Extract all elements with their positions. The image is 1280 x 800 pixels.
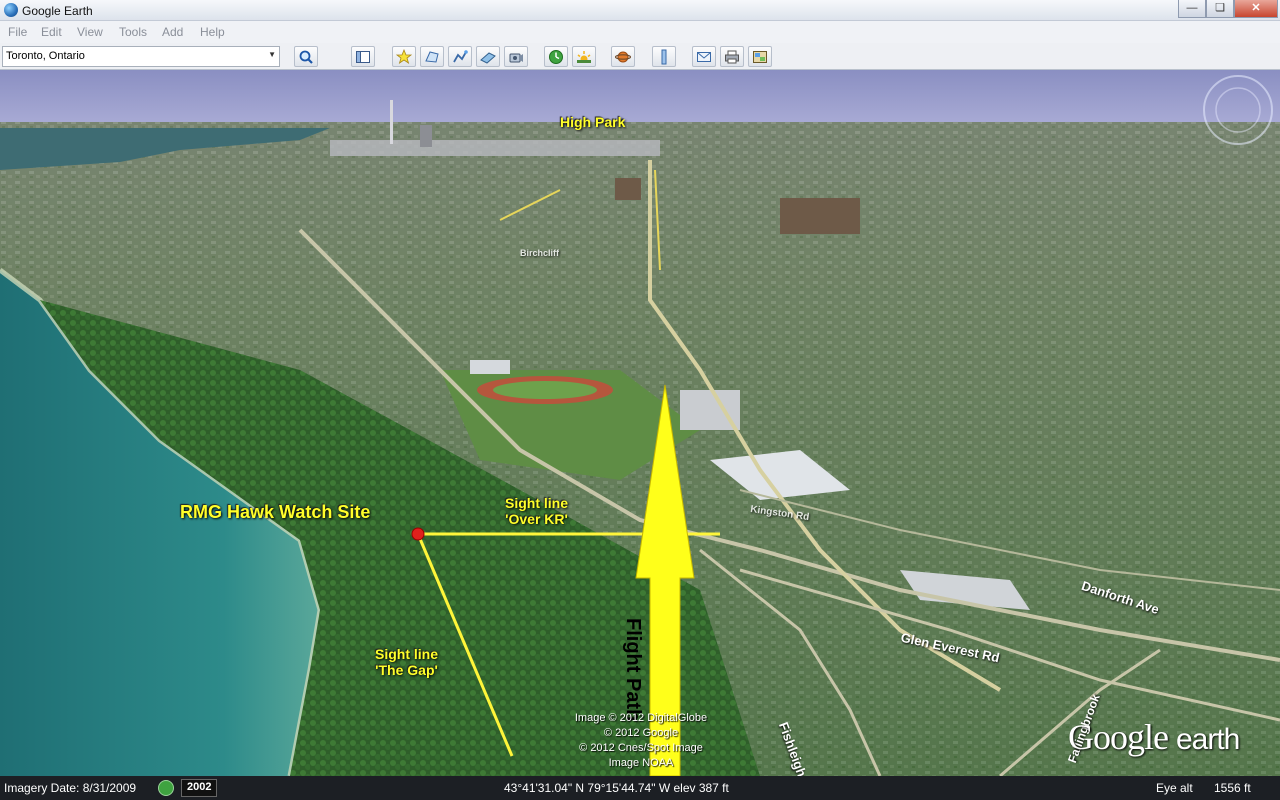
imagery-year-badge[interactable]: 2002	[181, 779, 218, 797]
historical-imagery-button[interactable]	[544, 46, 568, 67]
brand-sub: earth	[1175, 723, 1240, 756]
path-icon	[453, 50, 468, 63]
polygon-icon	[425, 51, 439, 63]
view-in-maps-button[interactable]	[748, 46, 772, 67]
label-sight-line-over-kr: Sight line 'Over KR'	[505, 495, 568, 527]
credit-line-3: © 2012 Cnes/Spot Image	[579, 742, 703, 754]
planets-button[interactable]	[611, 46, 635, 67]
clock-icon	[549, 50, 563, 64]
search-input[interactable]: Toronto, Ontario ▼	[2, 46, 280, 67]
menu-edit[interactable]: Edit	[41, 25, 62, 39]
sidebar-icon	[356, 51, 370, 63]
map-icon	[753, 51, 767, 63]
ruler-icon	[661, 49, 667, 65]
menu-tools[interactable]: Tools	[119, 25, 147, 39]
print-button[interactable]	[720, 46, 744, 67]
envelope-icon	[697, 52, 711, 62]
sight-line-the-gap-line1: Sight line	[375, 646, 438, 662]
menu-bar: File Edit View Tools Add Help	[0, 21, 1280, 43]
brand-main: Google	[1068, 717, 1169, 757]
label-high-park: High Park	[560, 114, 626, 130]
menu-add[interactable]: Add	[162, 25, 183, 39]
sight-line-the-gap-line2: 'The Gap'	[375, 662, 438, 678]
earth-view[interactable]: High Park RMG Hawk Watch Site Sight line…	[0, 70, 1280, 776]
maximize-button[interactable]: ❏	[1206, 0, 1234, 18]
historical-imagery-clock-icon[interactable]	[158, 780, 174, 796]
minimize-button[interactable]: —	[1178, 0, 1206, 18]
planet-icon	[615, 51, 631, 63]
credit-line-2: © 2012 Google	[603, 727, 679, 739]
path-button[interactable]	[448, 46, 472, 67]
window-controls: — ❏ ✕	[1178, 0, 1278, 18]
placemark-button[interactable]	[392, 46, 416, 67]
image-overlay-button[interactable]	[476, 46, 500, 67]
search-button[interactable]	[294, 46, 318, 67]
google-earth-app-icon	[4, 3, 18, 17]
image-overlay-icon	[480, 52, 496, 64]
menu-view[interactable]: View	[77, 25, 103, 39]
imagery-credits: Image © 2012 DigitalGlobe © 2012 Google …	[556, 711, 726, 771]
sunlight-button[interactable]	[572, 46, 596, 67]
menu-help[interactable]: Help	[200, 25, 225, 39]
window-title: Google Earth	[22, 4, 93, 18]
printer-icon	[725, 50, 739, 64]
polygon-button[interactable]	[420, 46, 444, 67]
toolbar: Toronto, Ontario ▼	[0, 43, 1280, 70]
email-button[interactable]	[692, 46, 716, 67]
credit-line-4: Image NOAA	[608, 757, 674, 769]
coordinates-readout: 43°41'31.04" N 79°15'44.74" W elev 387 f…	[504, 781, 729, 795]
menu-file[interactable]: File	[8, 25, 27, 39]
status-bar: Imagery Date: 8/31/2009 2002 43°41'31.04…	[0, 776, 1280, 800]
record-tour-button[interactable]	[504, 46, 528, 67]
eye-alt-value: 1556 ft	[1214, 781, 1251, 795]
imagery-date: Imagery Date: 8/31/2009	[4, 781, 137, 795]
sight-line-over-kr-line1: Sight line	[505, 495, 568, 511]
search-dropdown-arrow-icon[interactable]: ▼	[268, 50, 276, 59]
close-button[interactable]: ✕	[1234, 0, 1278, 18]
sun-icon	[577, 51, 591, 63]
search-icon	[299, 50, 313, 64]
sight-line-over-kr-line2: 'Over KR'	[505, 511, 568, 527]
eye-alt-label: Eye alt	[1156, 781, 1193, 795]
ruler-button[interactable]	[652, 46, 676, 67]
label-hawk-watch-site: RMG Hawk Watch Site	[180, 502, 371, 522]
search-input-value: Toronto, Ontario	[6, 50, 85, 62]
road-label-birchcliff: Birchcliff	[520, 248, 560, 258]
sidebar-toggle-button[interactable]	[351, 46, 375, 67]
camera-icon	[509, 53, 523, 63]
google-earth-logo: Google earth	[1068, 716, 1240, 758]
credit-line-1: Image © 2012 DigitalGlobe	[574, 712, 708, 724]
label-sight-line-the-gap: Sight line 'The Gap'	[375, 646, 438, 678]
title-bar: Google Earth — ❏ ✕	[0, 0, 1280, 21]
pushpin-icon	[396, 49, 412, 64]
label-flight-path: Flight Path	[622, 618, 644, 722]
